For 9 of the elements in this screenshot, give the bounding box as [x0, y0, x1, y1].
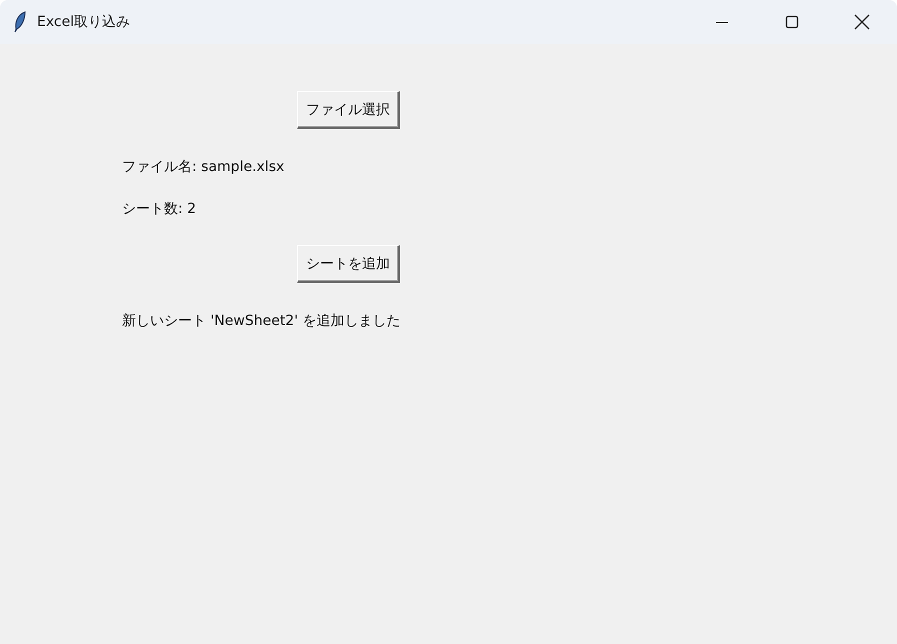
window-title: Excel取り込み — [37, 13, 130, 31]
status-text: ファイル名: sample.xlsx — [122, 158, 284, 177]
status-text: シート数: 2 — [122, 200, 196, 219]
close-icon — [854, 14, 870, 30]
feather-icon — [13, 11, 27, 33]
action-button[interactable]: シートを追加 — [297, 245, 400, 283]
maximize-icon — [785, 15, 799, 29]
action-button[interactable]: ファイル選択 — [297, 91, 400, 129]
status-text: 新しいシート 'NewSheet2' を追加しました — [122, 312, 401, 331]
